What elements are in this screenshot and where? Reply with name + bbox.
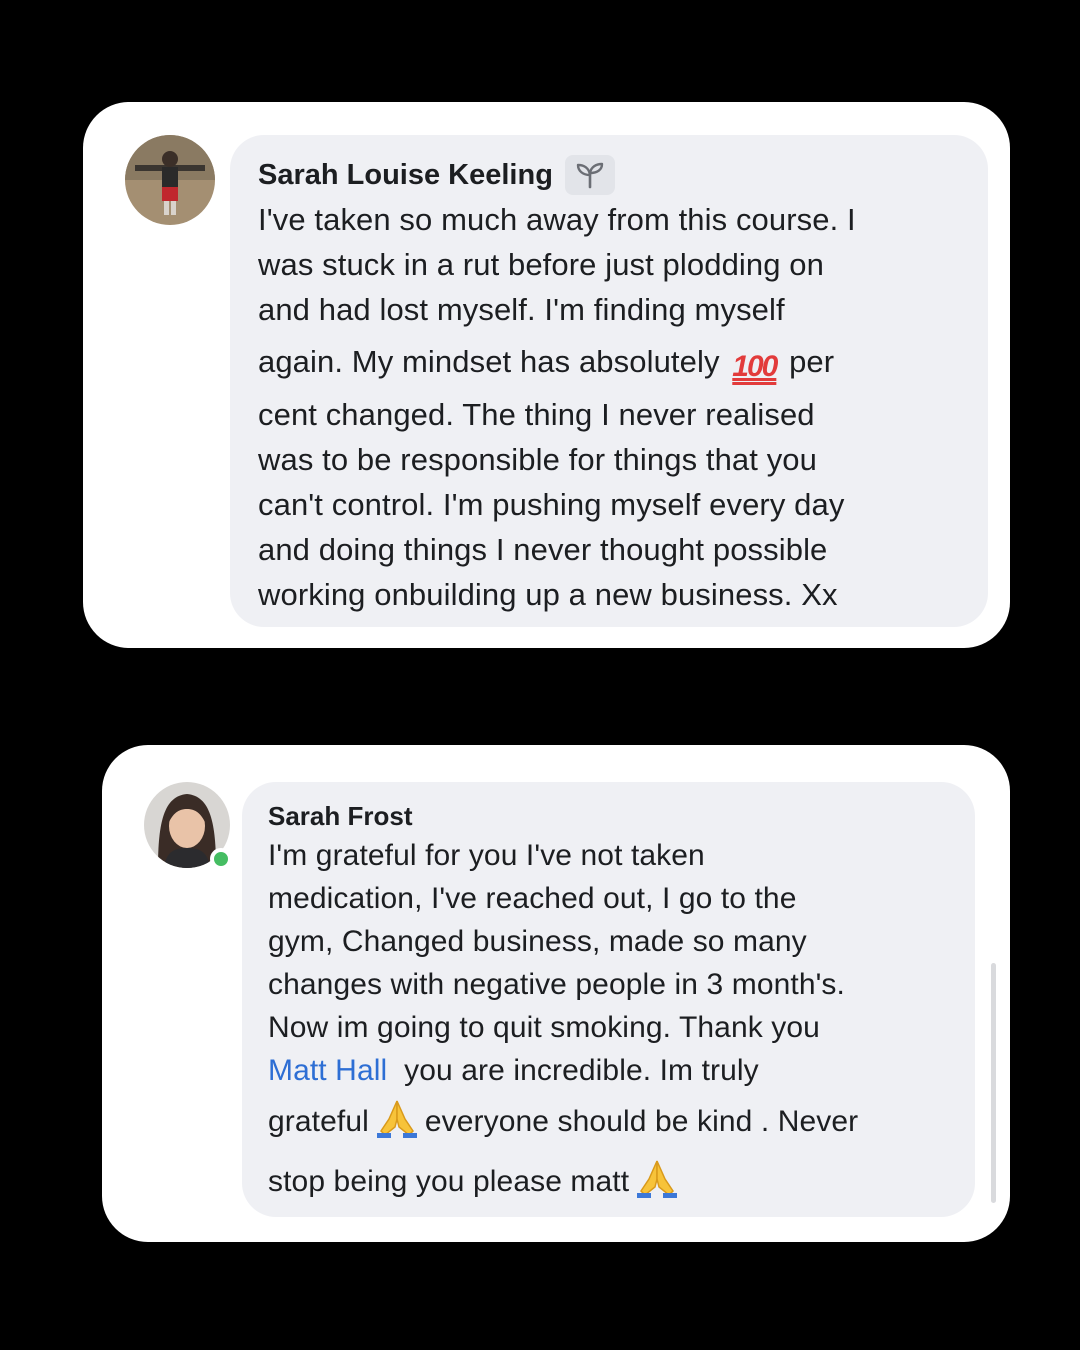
comment-line: changes with negative people in 3 month'… <box>268 968 845 1001</box>
comment-line: gym, Changed business, made so many <box>268 925 807 958</box>
comment-line: Now im going to quit smoking. Thank you <box>268 1011 820 1044</box>
author-name[interactable]: Sarah Louise Keeling <box>258 159 553 192</box>
avatar[interactable] <box>144 782 232 870</box>
comment-line-part: per <box>789 344 835 379</box>
comment-line: was stuck in a rut before just plodding … <box>258 247 824 282</box>
comment-bubble: Sarah Frost I'm grateful for you I've no… <box>242 782 975 1217</box>
folded-hands-icon <box>375 1097 419 1160</box>
comment-line-part: stop being you please matt <box>268 1165 630 1198</box>
comment-line: again. My mindset has absolutely 100 per <box>258 332 968 392</box>
author-name[interactable]: Sarah Frost <box>268 801 413 832</box>
comment-text: I've taken so much away from this course… <box>258 197 968 617</box>
comment-line-part: again. My mindset has absolutely <box>258 344 720 379</box>
comment-line-part: you are incredible. Im truly <box>404 1054 759 1087</box>
scrollbar[interactable] <box>991 963 996 1203</box>
comment-line: I'm grateful for you I've not taken <box>268 839 705 872</box>
comment-card-2: Sarah Frost I'm grateful for you I've no… <box>102 745 1010 1242</box>
hundred-points-icon: 100 <box>732 350 778 383</box>
comment-line: and had lost myself. I'm finding myself <box>258 292 785 327</box>
comment-line: Matt Hall you are incredible. Im truly <box>268 1049 955 1092</box>
comment-line-part: everyone should be kind . Never <box>424 1105 859 1138</box>
comment-line: working onbuilding up a new business. Xx <box>258 577 838 612</box>
comment-line: was to be responsible for things that yo… <box>258 442 817 477</box>
online-status-indicator <box>210 848 232 870</box>
comment-line: cent changed. The thing I never realised <box>258 397 815 432</box>
comment-line-part: grateful <box>268 1105 369 1138</box>
comment-line: stop being you please matt <box>268 1152 955 1212</box>
avatar[interactable] <box>125 135 215 225</box>
comment-line: and doing things I never thought possibl… <box>258 532 828 567</box>
comment-line: can't control. I'm pushing myself every … <box>258 487 845 522</box>
sprout-icon[interactable] <box>564 155 615 195</box>
comment-card-1: Sarah Louise Keeling I've taken so much … <box>83 102 1010 648</box>
comment-line: medication, I've reached out, I go to th… <box>268 882 797 915</box>
folded-hands-icon <box>635 1157 679 1220</box>
comment-line: I've taken so much away from this course… <box>258 202 856 237</box>
comment-line: grateful everyone should be kind . Never <box>268 1092 955 1152</box>
comment-text: I'm grateful for you I've not taken medi… <box>268 834 955 1212</box>
comment-bubble: Sarah Louise Keeling I've taken so much … <box>230 135 988 627</box>
mention-link[interactable]: Matt Hall <box>268 1054 387 1087</box>
profile-photo <box>125 135 215 225</box>
